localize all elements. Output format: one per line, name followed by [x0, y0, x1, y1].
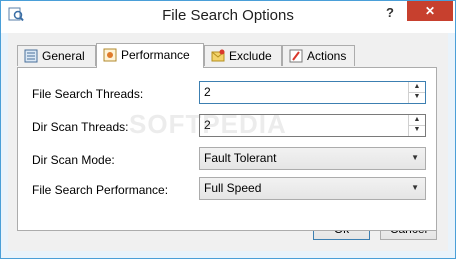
- actions-icon: [289, 49, 303, 63]
- tab-exclude[interactable]: Exclude: [204, 45, 282, 66]
- help-button[interactable]: ?: [380, 3, 400, 23]
- exclude-icon: [211, 49, 225, 62]
- dialog-window: File Search Options ? ✕ General Performa…: [0, 0, 456, 259]
- dir-scan-mode-value: Fault Tolerant: [204, 151, 277, 165]
- dir-scan-threads-spinner[interactable]: 2 ▲ ▼: [199, 114, 426, 137]
- file-search-threads-label: File Search Threads:: [32, 87, 144, 101]
- spin-down-button[interactable]: ▼: [409, 125, 425, 135]
- tab-label: Exclude: [229, 49, 272, 63]
- file-search-performance-select[interactable]: Full Speed ▼: [199, 177, 426, 200]
- spin-down-button[interactable]: ▼: [409, 92, 425, 102]
- performance-icon: [103, 48, 117, 62]
- tab-label: Actions: [307, 49, 347, 63]
- tab-general[interactable]: General: [17, 45, 96, 66]
- chevron-down-icon: ▼: [411, 153, 419, 162]
- file-search-performance-value: Full Speed: [204, 181, 262, 195]
- dir-scan-threads-value: 2: [204, 118, 211, 132]
- tab-label: Performance: [121, 48, 190, 62]
- general-icon: [24, 49, 38, 63]
- performance-panel: File Search Threads: 2 ▲ ▼ Dir Scan Thre…: [17, 67, 437, 231]
- spinner-arrows: ▲ ▼: [408, 82, 425, 103]
- tab-actions[interactable]: Actions: [282, 45, 355, 66]
- title-bar[interactable]: File Search Options ? ✕: [1, 1, 455, 33]
- spinner-arrows: ▲ ▼: [408, 115, 425, 136]
- dialog-client-area: General Performance Exclude Actions File…: [8, 33, 448, 251]
- file-search-threads-value: 2: [204, 85, 211, 99]
- close-button[interactable]: ✕: [407, 1, 453, 21]
- dir-scan-mode-select[interactable]: Fault Tolerant ▼: [199, 147, 426, 170]
- file-search-threads-spinner[interactable]: 2 ▲ ▼: [199, 81, 426, 104]
- tab-performance[interactable]: Performance: [96, 43, 204, 68]
- chevron-down-icon: ▼: [411, 183, 419, 192]
- tab-label: General: [42, 49, 85, 63]
- file-search-performance-label: File Search Performance:: [32, 183, 169, 197]
- dir-scan-threads-label: Dir Scan Threads:: [32, 120, 129, 134]
- dir-scan-mode-label: Dir Scan Mode:: [32, 153, 115, 167]
